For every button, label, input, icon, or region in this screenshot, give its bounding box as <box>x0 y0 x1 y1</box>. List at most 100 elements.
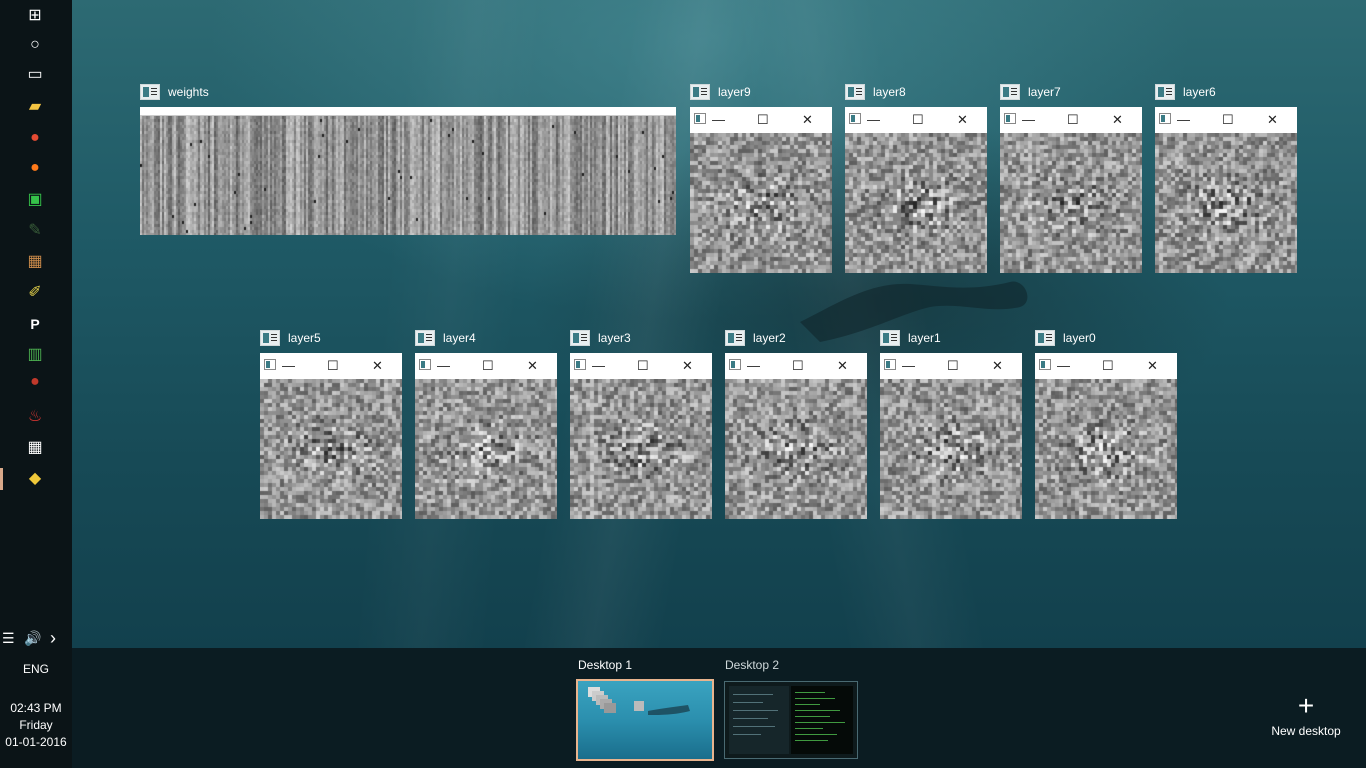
window-preview[interactable]: — ☐ ✕ <box>725 353 867 519</box>
clock[interactable]: 02:43 PM Friday 01-01-2016 <box>0 700 72 751</box>
window-header[interactable]: layer0 <box>1035 327 1096 349</box>
layer-image <box>1155 133 1297 273</box>
app-window-icon <box>729 359 741 370</box>
minimize-icon[interactable]: — <box>902 358 915 374</box>
maximize-icon[interactable]: ☐ <box>482 358 494 374</box>
window-titlebar: — ☐ ✕ <box>1155 107 1297 133</box>
window-header[interactable]: layer7 <box>1000 81 1061 103</box>
firefox-icon[interactable]: ● <box>24 157 46 179</box>
close-icon[interactable]: ✕ <box>527 358 538 374</box>
app-window-icon <box>140 84 160 100</box>
window-preview[interactable]: — ☐ ✕ <box>1000 107 1142 273</box>
minimize-icon[interactable]: — <box>867 112 880 128</box>
minimize-icon[interactable]: — <box>1057 358 1070 374</box>
minimize-icon[interactable]: — <box>747 358 760 374</box>
cortana-icon[interactable]: ○ <box>24 34 46 56</box>
layer-image <box>845 133 987 273</box>
app-window-icon <box>1004 113 1016 124</box>
minimize-icon[interactable]: — <box>712 112 725 128</box>
grid-app-icon[interactable]: ▦ <box>24 437 46 459</box>
close-icon[interactable]: ✕ <box>1147 358 1158 374</box>
app-window-icon <box>1000 84 1020 100</box>
window-title: layer3 <box>598 331 631 345</box>
action-center-icon[interactable]: ☰ <box>2 630 15 647</box>
window-preview[interactable]: — ☐ ✕ <box>1155 107 1297 273</box>
maximize-icon[interactable]: ☐ <box>912 112 924 128</box>
plus-icon: + <box>1297 690 1315 721</box>
maximize-icon[interactable]: ☐ <box>327 358 339 374</box>
maximize-icon[interactable]: ☐ <box>1067 112 1079 128</box>
python-icon[interactable]: ◆ <box>24 468 46 490</box>
app-window-icon <box>570 330 590 346</box>
window-header[interactable]: layer2 <box>725 327 786 349</box>
volume-icon[interactable]: 🔊 <box>24 630 41 647</box>
weights-image <box>140 116 676 235</box>
maximize-icon[interactable]: ☐ <box>1222 112 1234 128</box>
layer-image <box>260 379 402 519</box>
python-idle-icon[interactable]: ✐ <box>24 282 46 304</box>
task-view-icon[interactable]: ▭ <box>24 64 46 86</box>
window-titlebar: — ☐ ✕ <box>880 353 1022 379</box>
window-preview[interactable]: — ☐ ✕ <box>880 353 1022 519</box>
layer-image <box>690 133 832 273</box>
close-icon[interactable]: ✕ <box>837 358 848 374</box>
network-app-icon[interactable]: ▣ <box>24 189 46 211</box>
window-header[interactable]: layer8 <box>845 81 906 103</box>
window-header[interactable]: layer9 <box>690 81 751 103</box>
chevron-right-icon[interactable]: › <box>50 628 56 649</box>
desktop-1-thumbnail[interactable] <box>576 679 714 761</box>
app-window-icon <box>264 359 276 370</box>
minimize-icon[interactable]: — <box>1177 112 1190 128</box>
layer-image <box>415 379 557 519</box>
window-titlebar: — ☐ ✕ <box>725 353 867 379</box>
window-preview[interactable]: — ☐ ✕ <box>1035 353 1177 519</box>
mini-titlebar <box>140 107 676 116</box>
red-app-icon[interactable]: ● <box>24 371 46 393</box>
maximize-icon[interactable]: ☐ <box>792 358 804 374</box>
close-icon[interactable]: ✕ <box>957 112 968 128</box>
maximize-icon[interactable]: ☐ <box>757 112 769 128</box>
window-preview[interactable]: — ☐ ✕ <box>415 353 557 519</box>
window-header[interactable]: layer3 <box>570 327 631 349</box>
maximize-icon[interactable]: ☐ <box>1102 358 1114 374</box>
window-preview[interactable]: — ☐ ✕ <box>260 353 402 519</box>
inkscape-icon[interactable]: ✎ <box>24 220 46 242</box>
close-icon[interactable]: ✕ <box>682 358 693 374</box>
close-icon[interactable]: ✕ <box>1267 112 1278 128</box>
package-icon[interactable]: ▦ <box>24 251 46 273</box>
minimize-icon[interactable]: — <box>437 358 450 374</box>
window-title: layer7 <box>1028 85 1061 99</box>
window-header[interactable]: layer6 <box>1155 81 1216 103</box>
window-preview[interactable]: — ☐ ✕ <box>690 107 832 273</box>
window-preview[interactable] <box>140 107 676 235</box>
minimize-icon[interactable]: — <box>1022 112 1035 128</box>
window-header[interactable]: layer1 <box>880 327 941 349</box>
window-header[interactable]: layer4 <box>415 327 476 349</box>
spreadsheet-app-icon[interactable]: ▥ <box>24 344 46 366</box>
p-app-icon[interactable]: P <box>24 313 46 335</box>
close-icon[interactable]: ✕ <box>802 112 813 128</box>
window-preview[interactable]: — ☐ ✕ <box>845 107 987 273</box>
new-desktop-button[interactable]: + New desktop <box>1262 690 1350 739</box>
chrome-icon[interactable]: ● <box>24 127 46 149</box>
window-header[interactable]: weights <box>140 81 209 103</box>
language-indicator[interactable]: ENG <box>0 662 72 676</box>
maximize-icon[interactable]: ☐ <box>637 358 649 374</box>
window-preview[interactable]: — ☐ ✕ <box>570 353 712 519</box>
layer-image <box>570 379 712 519</box>
app-window-icon <box>415 330 435 346</box>
close-icon[interactable]: ✕ <box>372 358 383 374</box>
window-header[interactable]: layer5 <box>260 327 321 349</box>
acrobat-icon[interactable]: ♨ <box>24 406 46 428</box>
maximize-icon[interactable]: ☐ <box>947 358 959 374</box>
file-explorer-icon[interactable]: ▰ <box>24 96 46 118</box>
minimize-icon[interactable]: — <box>282 358 295 374</box>
app-window-icon <box>725 330 745 346</box>
windows-start-icon[interactable]: ⊞ <box>24 5 46 27</box>
desktop-2-thumbnail[interactable] <box>724 681 858 759</box>
window-title: layer4 <box>443 331 476 345</box>
close-icon[interactable]: ✕ <box>1112 112 1123 128</box>
minimize-icon[interactable]: — <box>592 358 605 374</box>
desktop-2-label: Desktop 2 <box>725 658 780 672</box>
close-icon[interactable]: ✕ <box>992 358 1003 374</box>
